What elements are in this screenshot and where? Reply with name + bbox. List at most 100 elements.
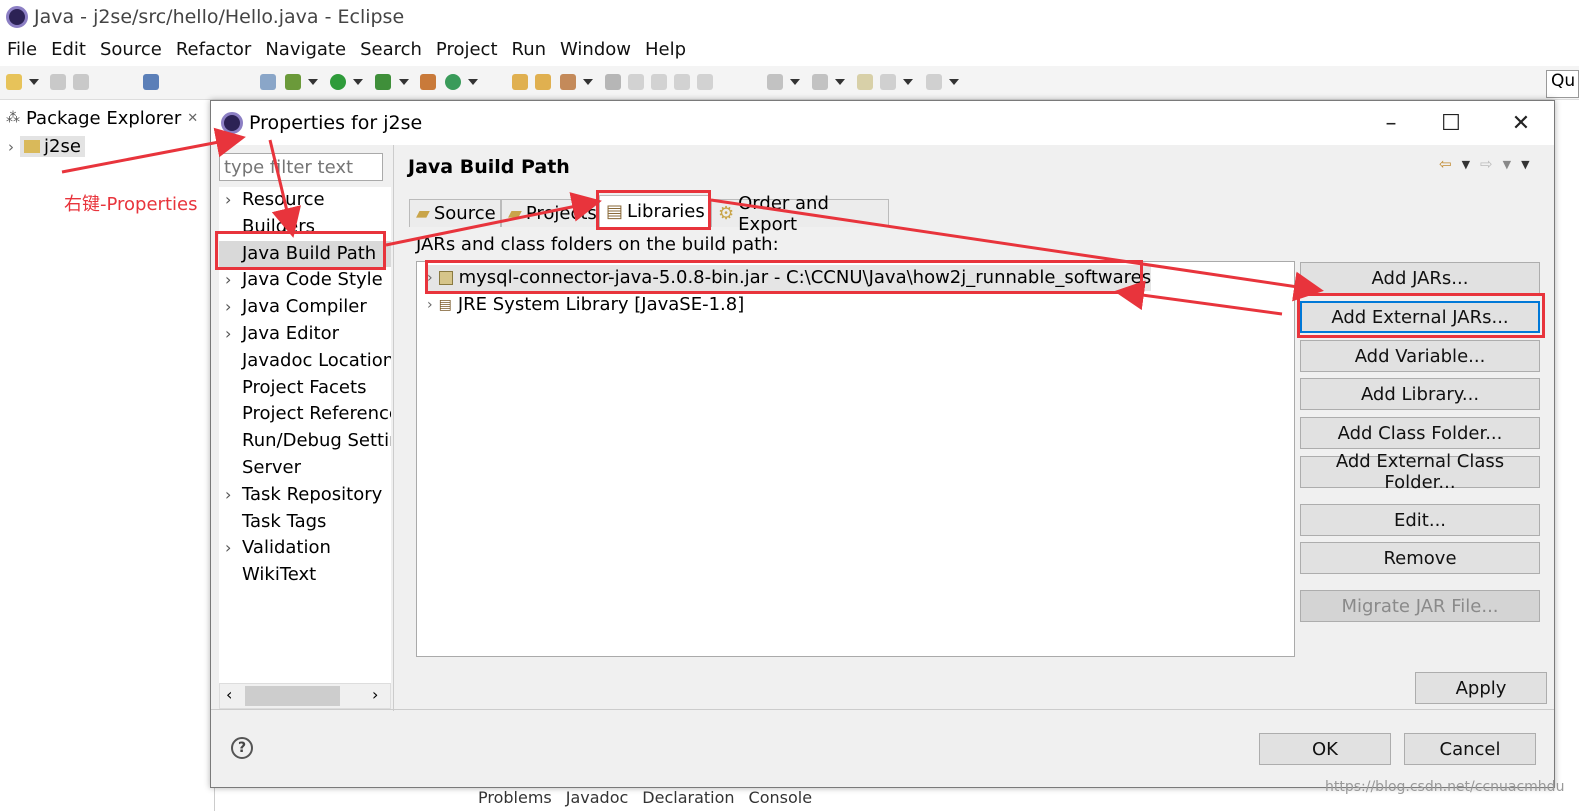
- view-menu-icon[interactable]: ▼: [1521, 158, 1529, 171]
- nav-item-project-facets[interactable]: Project Facets: [219, 375, 391, 402]
- library-item-jre-system[interactable]: › ▤ JRE System Library [JavaSE-1.8]: [427, 292, 744, 318]
- block-select-icon[interactable]: [674, 74, 690, 90]
- ok-button[interactable]: OK: [1259, 733, 1391, 765]
- nav-item-wikitext[interactable]: WikiText: [219, 562, 391, 589]
- toggle-icon[interactable]: [651, 74, 667, 90]
- back-arrow-icon[interactable]: ⇦: [1439, 155, 1452, 173]
- menu-navigate[interactable]: Navigate: [258, 39, 353, 60]
- problems-tab[interactable]: Problems: [478, 788, 552, 811]
- nav-item-task-repository[interactable]: › Task Repository: [219, 482, 391, 509]
- skip-breakpoints-icon[interactable]: [260, 74, 276, 90]
- open-task-icon[interactable]: [535, 74, 551, 90]
- new-icon[interactable]: [6, 74, 22, 90]
- terminal-icon[interactable]: [143, 74, 159, 90]
- nav-horizontal-scrollbar[interactable]: ‹ ›: [219, 683, 391, 709]
- cancel-button[interactable]: Cancel: [1404, 733, 1536, 765]
- expand-arrow-icon[interactable]: ›: [8, 138, 14, 156]
- new-class-icon[interactable]: [445, 74, 461, 90]
- remove-button[interactable]: Remove: [1300, 542, 1540, 574]
- nav-item-server[interactable]: Server: [219, 455, 391, 482]
- nav-item-java-editor[interactable]: › Java Editor: [219, 321, 391, 348]
- last-edit-icon[interactable]: [857, 74, 873, 90]
- expand-arrow-icon[interactable]: ›: [427, 292, 433, 318]
- forward-icon[interactable]: [926, 74, 942, 90]
- forward-arrow-icon[interactable]: ⇨: [1480, 155, 1493, 173]
- nav-item-java-code-style[interactable]: › Java Code Style: [219, 267, 391, 294]
- search-dropdown-icon[interactable]: [583, 79, 593, 85]
- nav-item-javadoc-location[interactable]: Javadoc Location: [219, 348, 391, 375]
- add-class-folder-button[interactable]: Add Class Folder...: [1300, 417, 1540, 449]
- tab-projects[interactable]: ▰ Projects: [501, 199, 597, 227]
- menu-project[interactable]: Project: [429, 39, 505, 60]
- forward-dropdown-icon[interactable]: [949, 79, 959, 85]
- open-type-icon[interactable]: [512, 74, 528, 90]
- menu-search[interactable]: Search: [353, 39, 429, 60]
- menu-refactor[interactable]: Refactor: [169, 39, 259, 60]
- expand-arrow-icon[interactable]: ›: [225, 535, 231, 562]
- quick-access-input[interactable]: Qu: [1546, 70, 1579, 98]
- save-icon[interactable]: [50, 74, 66, 90]
- nav-item-run-debug-settings[interactable]: Run/Debug Settings: [219, 428, 391, 455]
- scroll-left-icon[interactable]: ‹: [226, 685, 232, 704]
- nav-item-project-references[interactable]: Project References: [219, 401, 391, 428]
- edit-button[interactable]: Edit...: [1300, 504, 1540, 536]
- add-library-button[interactable]: Add Library...: [1300, 378, 1540, 410]
- back-icon[interactable]: [880, 74, 896, 90]
- project-tree-item[interactable]: › j2se: [8, 136, 85, 157]
- external-tools-dropdown-icon[interactable]: [399, 79, 409, 85]
- nav-item-task-tags[interactable]: Task Tags: [219, 509, 391, 536]
- close-icon[interactable]: ✕: [187, 111, 198, 126]
- filter-input[interactable]: [219, 153, 383, 181]
- back-dropdown-icon[interactable]: ▼: [1462, 158, 1470, 171]
- new-dropdown-icon[interactable]: [29, 79, 39, 85]
- run-dropdown-icon[interactable]: [353, 79, 363, 85]
- previous-annotation-icon[interactable]: [812, 74, 828, 90]
- debug-dropdown-icon[interactable]: [308, 79, 318, 85]
- minimize-icon[interactable]: –: [1361, 101, 1421, 145]
- add-external-class-folder-button[interactable]: Add External Class Folder...: [1300, 451, 1540, 493]
- pen-icon[interactable]: [628, 74, 644, 90]
- annotation-icon[interactable]: [605, 74, 621, 90]
- close-icon[interactable]: ✕: [1491, 101, 1551, 145]
- help-icon[interactable]: ?: [231, 737, 253, 759]
- menu-source[interactable]: Source: [93, 39, 169, 60]
- menu-window[interactable]: Window: [553, 39, 638, 60]
- scrollbar-thumb[interactable]: [245, 686, 340, 706]
- debug-icon[interactable]: [285, 74, 301, 90]
- forward-dropdown-icon[interactable]: ▼: [1503, 158, 1511, 171]
- maximize-icon[interactable]: ☐: [1421, 101, 1481, 145]
- expand-arrow-icon[interactable]: ›: [225, 267, 231, 294]
- next-annotation-icon[interactable]: [767, 74, 783, 90]
- add-variable-button[interactable]: Add Variable...: [1300, 340, 1540, 372]
- save-all-icon[interactable]: [73, 74, 89, 90]
- new-java-project-icon[interactable]: [420, 74, 436, 90]
- tab-source[interactable]: ▰ Source: [409, 199, 501, 227]
- expand-arrow-icon[interactable]: ›: [225, 187, 231, 214]
- add-jars-button[interactable]: Add JARs...: [1300, 262, 1540, 294]
- menu-run[interactable]: Run: [505, 39, 554, 60]
- nav-item-validation[interactable]: › Validation: [219, 535, 391, 562]
- external-tools-icon[interactable]: [375, 74, 391, 90]
- nav-item-java-compiler[interactable]: › Java Compiler: [219, 294, 391, 321]
- tab-order-and-export[interactable]: ⚙ Order and Export: [711, 193, 889, 235]
- show-whitespace-icon[interactable]: [697, 74, 713, 90]
- apply-button[interactable]: Apply: [1415, 672, 1547, 704]
- menu-edit[interactable]: Edit: [44, 39, 93, 60]
- migrate-jar-button[interactable]: Migrate JAR File...: [1300, 590, 1540, 622]
- next-annotation-dropdown-icon[interactable]: [790, 79, 800, 85]
- nav-item-resource[interactable]: › Resource: [219, 187, 391, 214]
- expand-arrow-icon[interactable]: ›: [225, 321, 231, 348]
- back-dropdown-icon[interactable]: [903, 79, 913, 85]
- menu-help[interactable]: Help: [638, 39, 693, 60]
- package-explorer-tab[interactable]: ⁂ Package Explorer ✕: [0, 104, 200, 132]
- search-icon[interactable]: [560, 74, 576, 90]
- menu-file[interactable]: File: [0, 39, 44, 60]
- expand-arrow-icon[interactable]: ›: [225, 482, 231, 509]
- console-tab[interactable]: Console: [749, 788, 813, 811]
- javadoc-tab[interactable]: Javadoc: [566, 788, 629, 811]
- scroll-right-icon[interactable]: ›: [372, 685, 378, 704]
- previous-annotation-dropdown-icon[interactable]: [835, 79, 845, 85]
- expand-arrow-icon[interactable]: ›: [225, 294, 231, 321]
- new-class-dropdown-icon[interactable]: [468, 79, 478, 85]
- declaration-tab[interactable]: Declaration: [642, 788, 734, 811]
